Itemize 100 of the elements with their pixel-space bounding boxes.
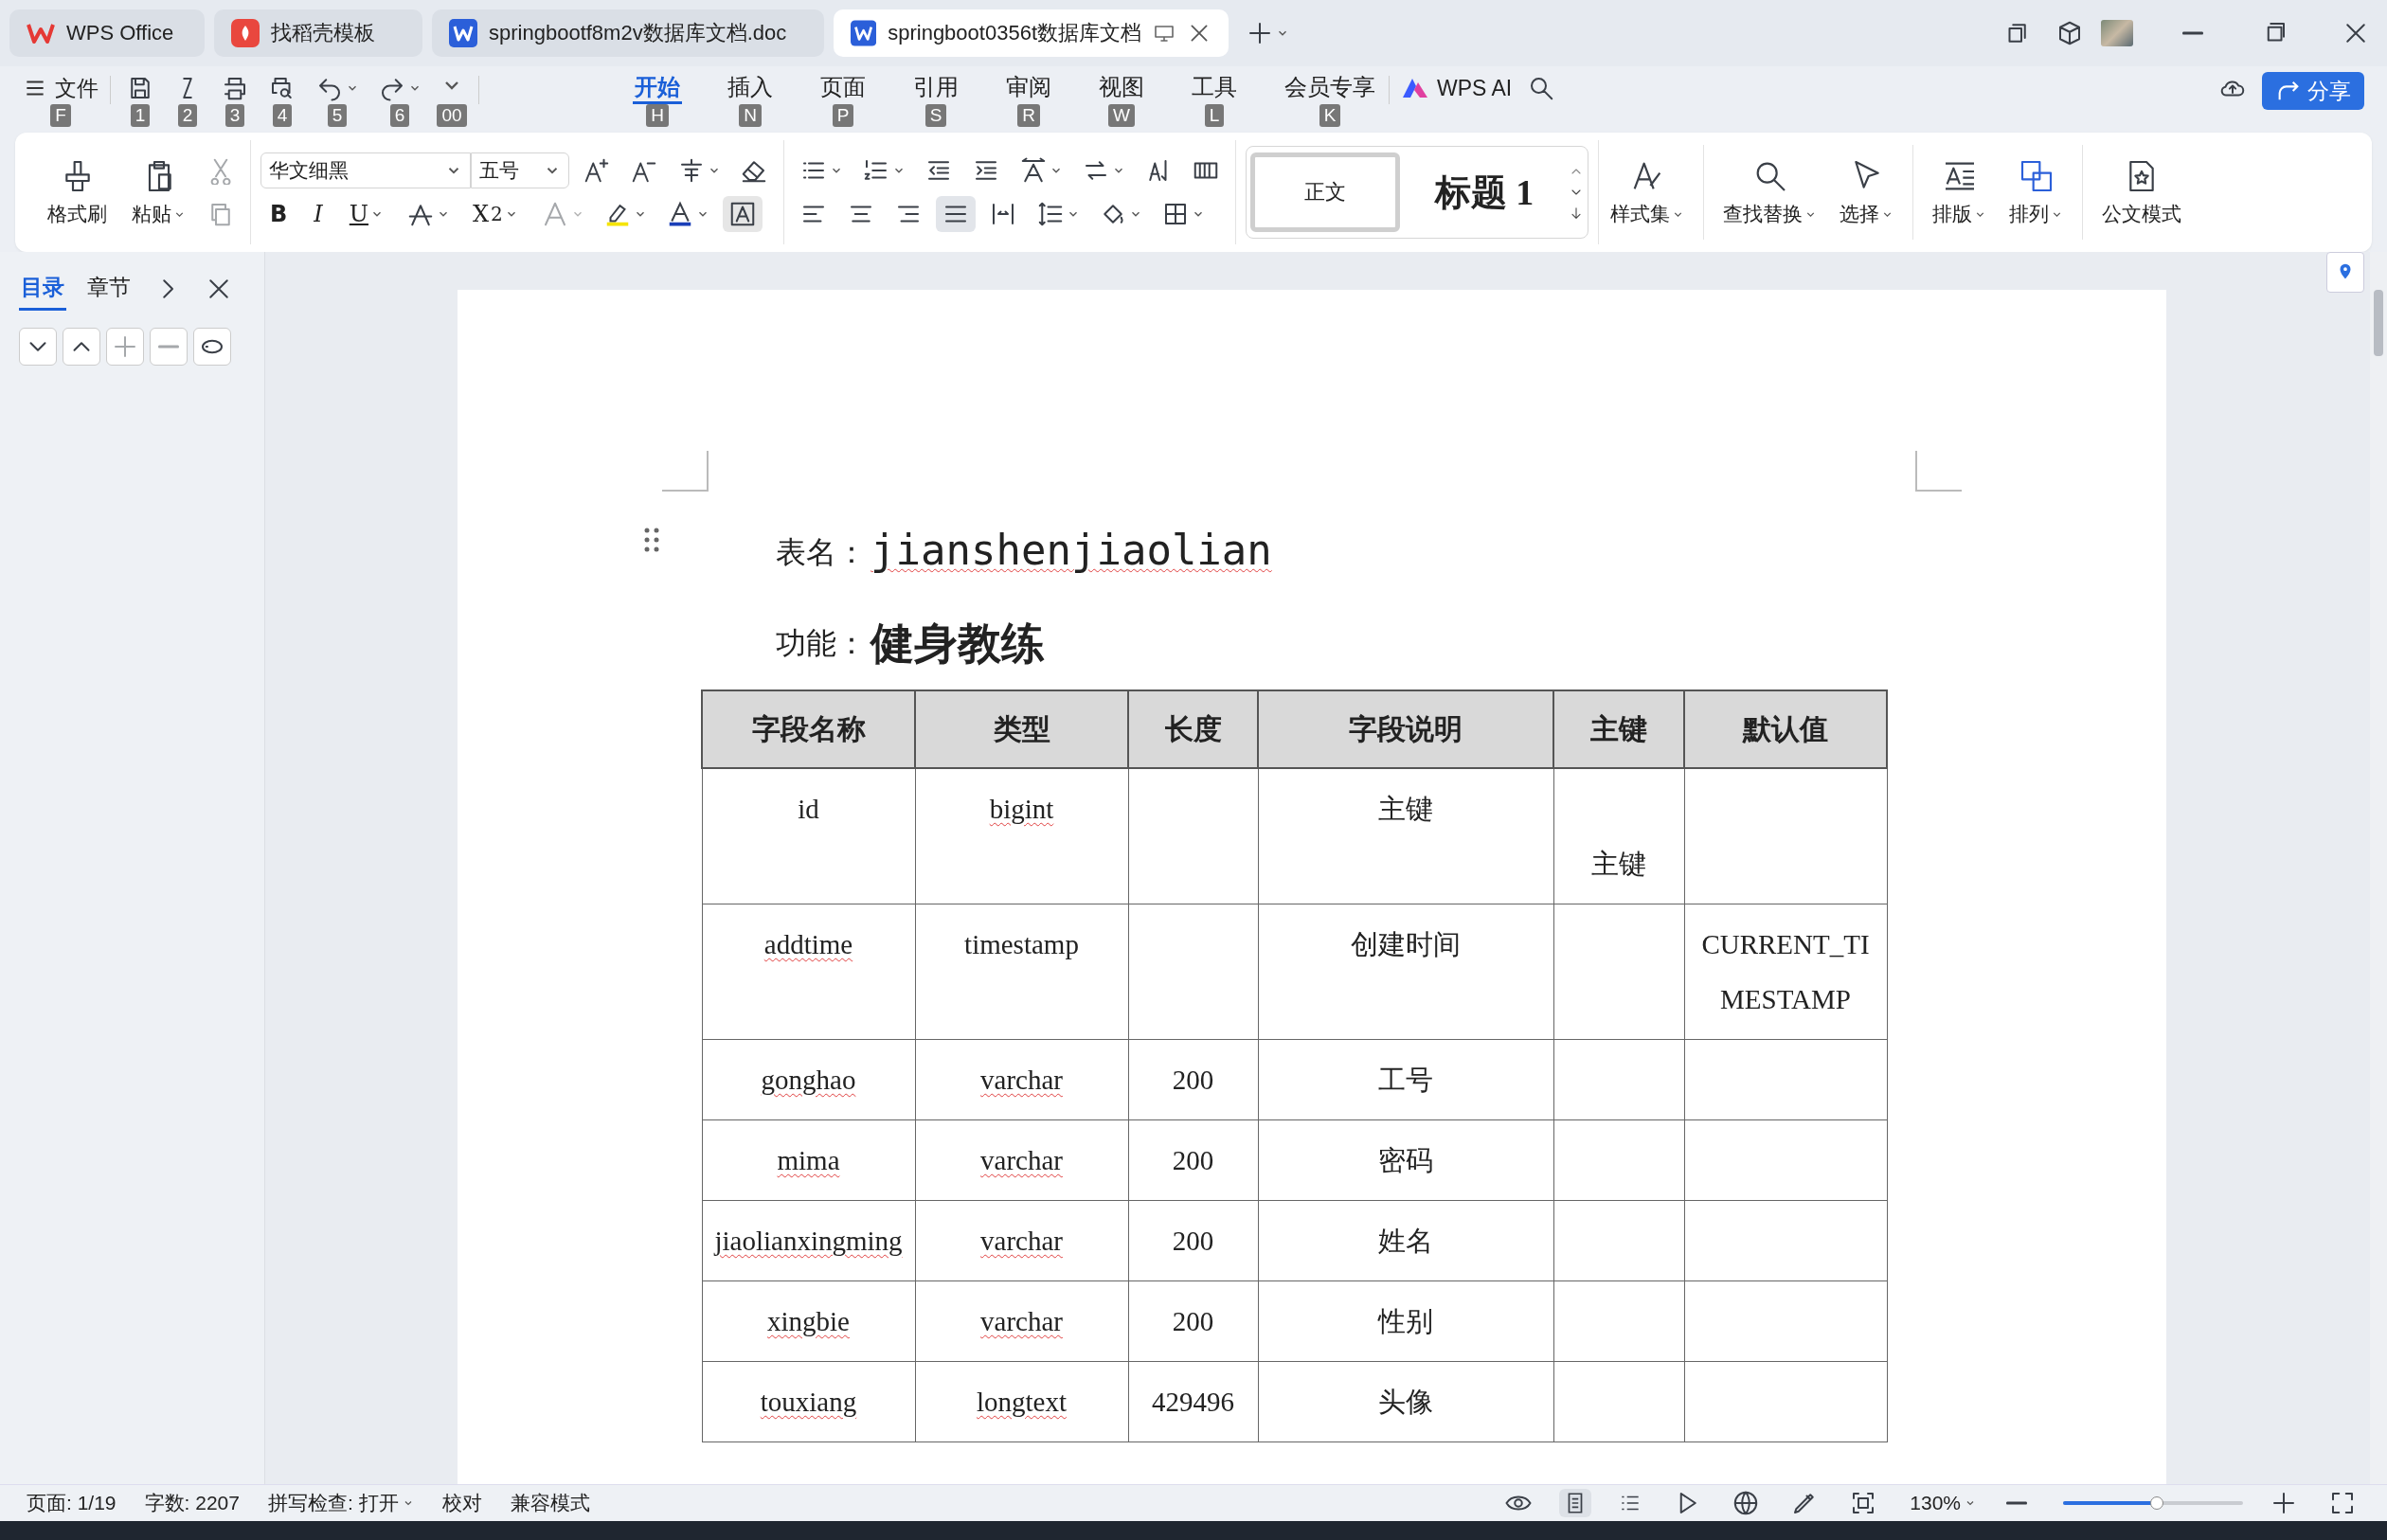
table-cell-text: 主键	[1378, 793, 1433, 826]
keytip: P	[832, 104, 854, 127]
keytip: 1	[130, 104, 151, 127]
ribbon-tab[interactable]: 视图	[1097, 72, 1146, 104]
zoom-slider[interactable]	[2063, 1495, 2243, 1511]
keytip: 5	[327, 104, 348, 127]
table-cell-text: varchar	[980, 1225, 1063, 1258]
ribbon-tool-button[interactable]: 查找替换	[1712, 153, 1828, 231]
paste-button[interactable]: 粘贴	[122, 153, 195, 231]
table-cell-text: 429496	[1152, 1386, 1234, 1419]
collapse-button[interactable]	[19, 328, 57, 366]
function-name: 健身教练	[870, 617, 1045, 671]
table-cell-text: varchar	[980, 1144, 1063, 1177]
ribbon-tab[interactable]: 工具	[1190, 72, 1239, 104]
table-cell-text: 性别	[1378, 1305, 1433, 1338]
table-cell-text: varchar	[980, 1305, 1063, 1338]
style-preset[interactable]: 标题 1	[1404, 152, 1565, 232]
ribbon-tool-button[interactable]: 选择	[1828, 153, 1905, 231]
table-cell-text: 工号	[1378, 1064, 1433, 1097]
page-view-button[interactable]	[1559, 1489, 1592, 1517]
ribbon-tab[interactable]: 页面	[818, 72, 868, 104]
ribbon-tab[interactable]: 引用	[911, 72, 960, 104]
ai-button[interactable]: WPS AI	[1401, 72, 1513, 104]
toggle-button[interactable]	[193, 328, 231, 366]
zoom-level[interactable]: 130%	[1910, 1492, 1976, 1514]
ribbon-tool-button[interactable]: 排列	[1998, 153, 2074, 231]
tab-title: springboot0356t数据库文档	[888, 20, 1141, 46]
format-painter-button[interactable]: 格式刷	[38, 153, 117, 231]
ai-logo-icon	[1401, 77, 1429, 99]
document-tab[interactable]: springbootf8m2v数据库文档.doc	[432, 9, 824, 57]
w-document-icon	[449, 19, 477, 47]
w-logo-icon	[27, 21, 55, 45]
document-tab[interactable]: 找稻壳模板	[214, 9, 422, 57]
table-cell-text: xingbie	[767, 1305, 850, 1338]
format-button[interactable]: B	[260, 197, 297, 231]
font-name-field[interactable]: 华文细黑	[260, 152, 471, 188]
ribbon-tool-button[interactable]: 样式集	[1599, 153, 1696, 231]
table-cell-text: jiaolianxingming	[714, 1225, 903, 1258]
keytip: 00	[437, 104, 467, 127]
share-button[interactable]: 分享	[2262, 72, 2364, 110]
expand-button[interactable]	[63, 328, 100, 366]
panel-tab[interactable]: 章节	[85, 267, 133, 311]
keytip: 2	[177, 104, 198, 127]
tab-title: WPS Office	[66, 21, 174, 45]
character-shading-button[interactable]	[722, 196, 763, 232]
table-cell-text: varchar	[980, 1064, 1063, 1097]
table-cell-text: 创建时间	[1351, 928, 1461, 961]
function-label: 功能：	[776, 625, 867, 662]
format-button[interactable]: I	[304, 197, 332, 231]
table-cell-text: bigint	[989, 793, 1054, 826]
column-header: 默认值	[1684, 690, 1887, 768]
table-cell-text: gonghao	[761, 1064, 856, 1097]
keytip: L	[1204, 104, 1225, 127]
grow-font-icon	[583, 156, 611, 185]
proofread-button[interactable]: 校对	[441, 1490, 482, 1516]
table-cell-text: 姓名	[1378, 1225, 1433, 1258]
file-menu[interactable]: 文件	[23, 72, 99, 104]
column-header: 主键	[1553, 690, 1684, 768]
table-cell-text: addtime	[763, 928, 853, 961]
crop-mark	[662, 451, 709, 492]
ribbon-tool-button[interactable]: 排版	[1921, 153, 1998, 231]
ribbon-tool-button[interactable]: 公文模式	[2091, 153, 2193, 231]
table-cell-text: touxiang	[760, 1386, 857, 1419]
location-button[interactable]	[2326, 252, 2364, 293]
table-cell-text: CURRENT_TIMESTAMP	[1700, 928, 1871, 1016]
character-spacing-icon	[1019, 156, 1048, 185]
keytip: K	[1319, 104, 1341, 127]
table-name-label: 表名：	[776, 534, 867, 571]
table-cell-text: 主键	[1591, 848, 1646, 881]
justify-button[interactable]	[936, 196, 976, 232]
table-cell-text: mima	[777, 1144, 840, 1177]
keytip: N	[739, 104, 762, 127]
style-preset[interactable]: 正文	[1250, 152, 1400, 232]
drag-handle-icon[interactable]	[643, 527, 660, 553]
keytip: 4	[272, 104, 293, 127]
table-cell-text: 200	[1172, 1064, 1214, 1097]
ribbon-tab[interactable]: 审阅	[1004, 72, 1053, 104]
keytip: 3	[224, 104, 245, 127]
font-size-field[interactable]: 五号	[471, 152, 569, 188]
ribbon-tab[interactable]: 插入	[726, 72, 775, 104]
spell-check-button[interactable]: 拼写检查: 打开	[267, 1490, 414, 1516]
document-tab[interactable]: springboot0356t数据库文档	[834, 9, 1229, 57]
format-button[interactable]: U	[339, 197, 393, 231]
table-cell-text: 200	[1172, 1225, 1214, 1258]
keytip: 6	[389, 104, 410, 127]
table-cell-text: 密码	[1378, 1144, 1433, 1177]
ribbon-tab[interactable]: 会员专享	[1283, 72, 1377, 104]
column-header: 字段说明	[1258, 690, 1553, 768]
compatibility-mode: 兼容模式	[510, 1491, 590, 1515]
table-cell-text: 头像	[1378, 1386, 1433, 1419]
table-name: jianshenjiaolian	[870, 525, 1272, 576]
flame-logo-icon	[231, 19, 260, 47]
panel-tab[interactable]: 目录	[19, 267, 66, 311]
document-tab[interactable]: WPS Office	[9, 9, 205, 57]
scrollbar[interactable]	[2370, 252, 2387, 1484]
line-spacing-icon	[1036, 200, 1065, 228]
keytip: W	[1108, 104, 1135, 127]
page-count: 页面: 1/19	[27, 1491, 117, 1515]
crop-mark	[1914, 451, 1962, 492]
word-count: 字数: 2207	[144, 1491, 240, 1515]
